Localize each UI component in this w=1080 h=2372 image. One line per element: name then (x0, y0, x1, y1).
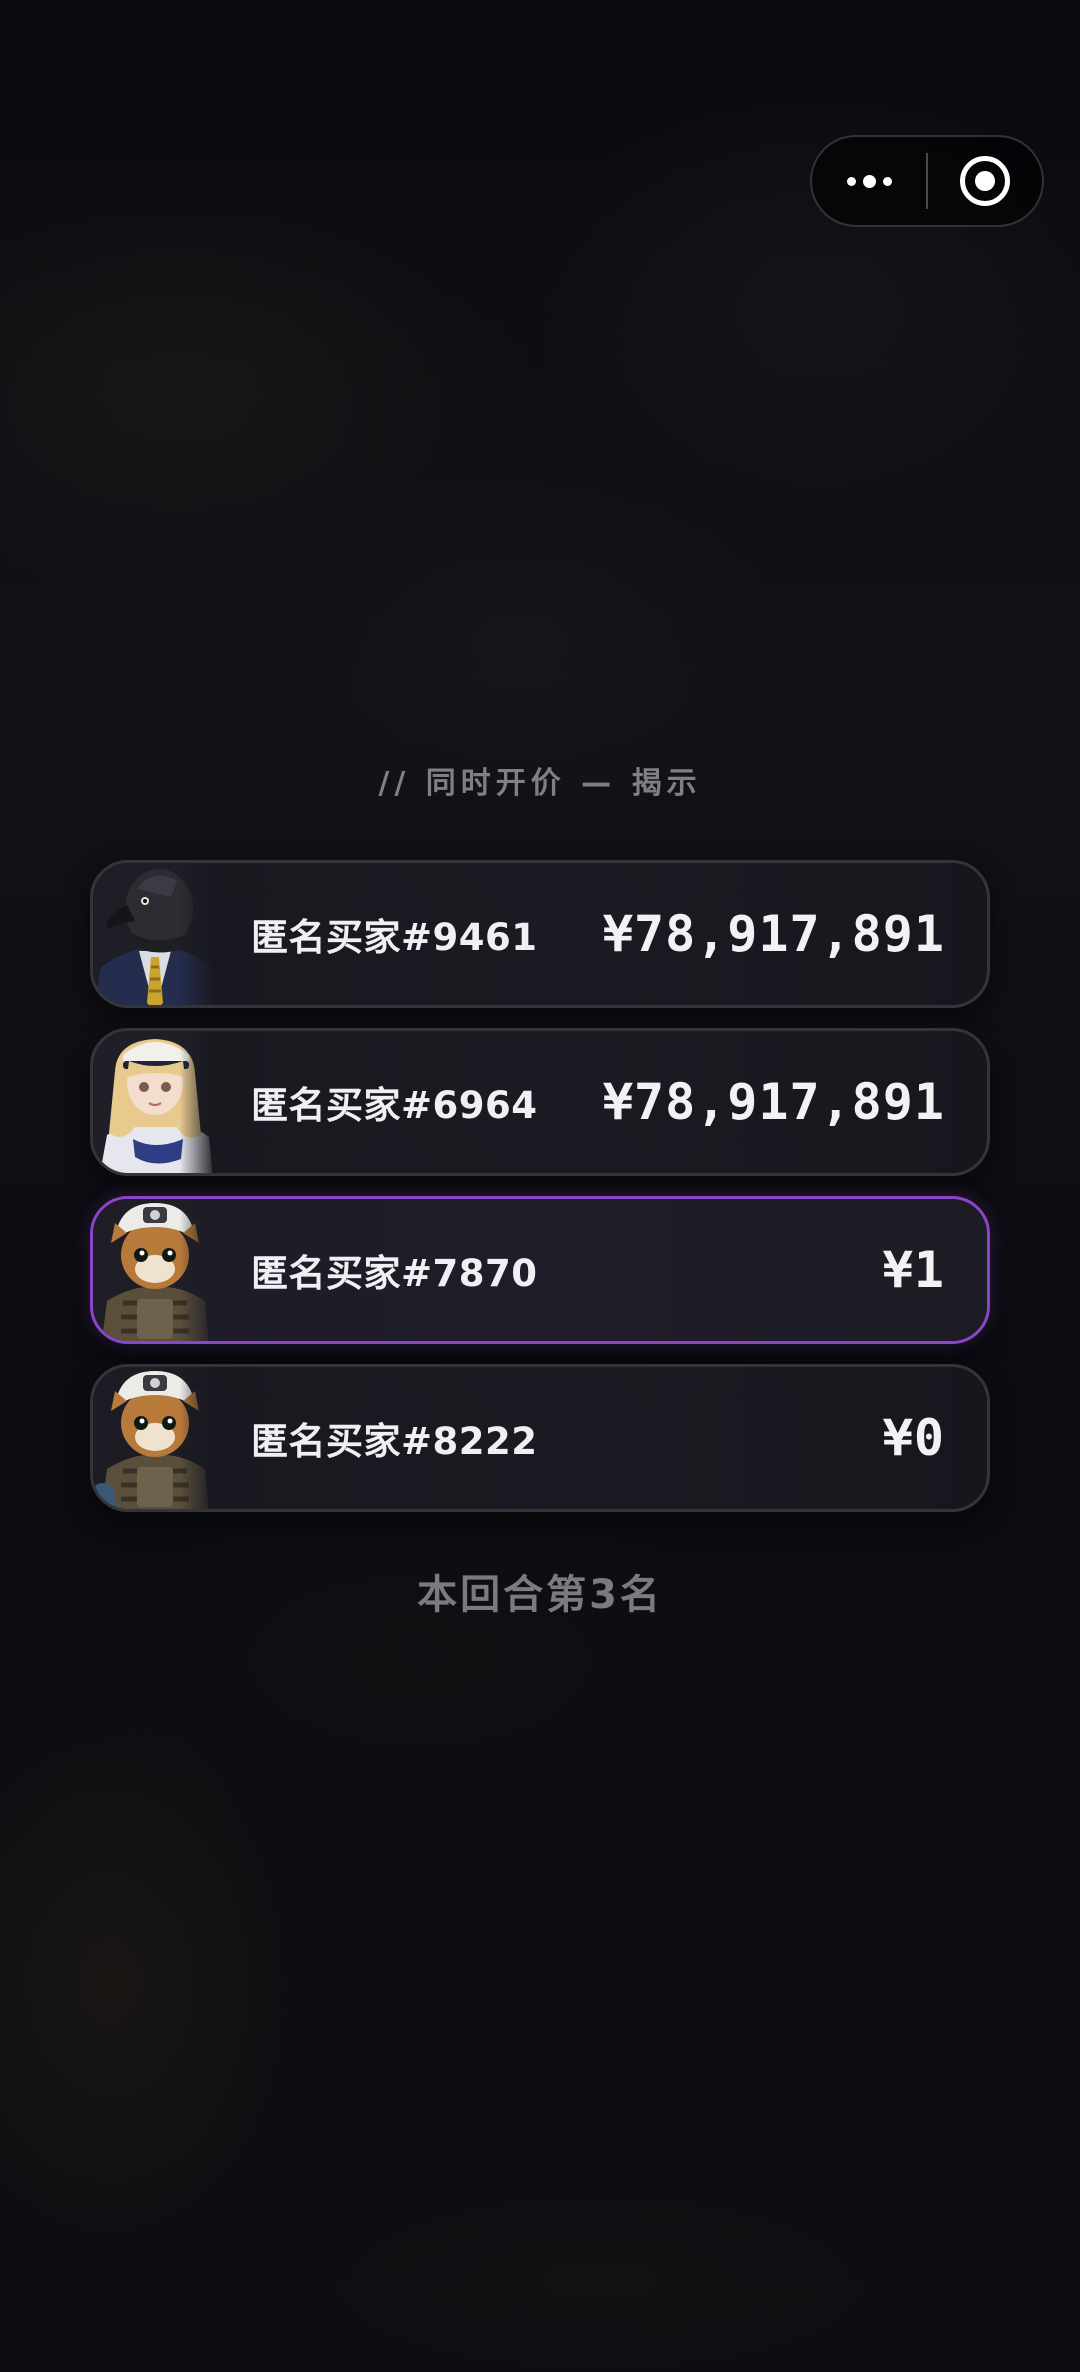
target-circle-icon (960, 156, 1010, 206)
bid-amount: ¥78,917,891 (602, 1073, 945, 1131)
bid-amount: ¥78,917,891 (602, 905, 945, 963)
buyer-name: 匿名买家#7870 (251, 1252, 538, 1295)
bid-row-highlighted: 匿名买家#7870 ¥1 (90, 1196, 990, 1344)
buyer-name: 匿名买家#9461 (251, 916, 538, 959)
bid-row: 匿名买家#8222 ¥0 (90, 1364, 990, 1512)
more-dots-icon (846, 174, 892, 188)
bid-amount: ¥0 (882, 1409, 945, 1467)
close-button[interactable] (928, 137, 1042, 225)
round-rank-text: 本回合第3名 (417, 1572, 663, 1618)
mini-program-capsule (810, 135, 1044, 227)
bid-row: 匿名买家#6964 ¥78,917,891 (90, 1028, 990, 1176)
blonde-girl-avatar (93, 1031, 217, 1173)
more-button[interactable] (812, 137, 926, 225)
armored-cat-avatar (93, 1199, 217, 1341)
buyer-name: 匿名买家#6964 (251, 1084, 538, 1127)
penguin-in-suit-avatar (93, 863, 217, 1005)
bid-list: 匿名买家#9461 ¥78,917,891 匿名买家#6964 ¥78,917,… (90, 860, 990, 1532)
bid-amount: ¥1 (882, 1241, 945, 1299)
bid-row: 匿名买家#9461 ¥78,917,891 (90, 860, 990, 1008)
buyer-name: 匿名买家#8222 (251, 1420, 538, 1463)
reveal-title: // 同时开价 — 揭示 (378, 766, 702, 801)
armored-cat-avatar (93, 1367, 217, 1509)
